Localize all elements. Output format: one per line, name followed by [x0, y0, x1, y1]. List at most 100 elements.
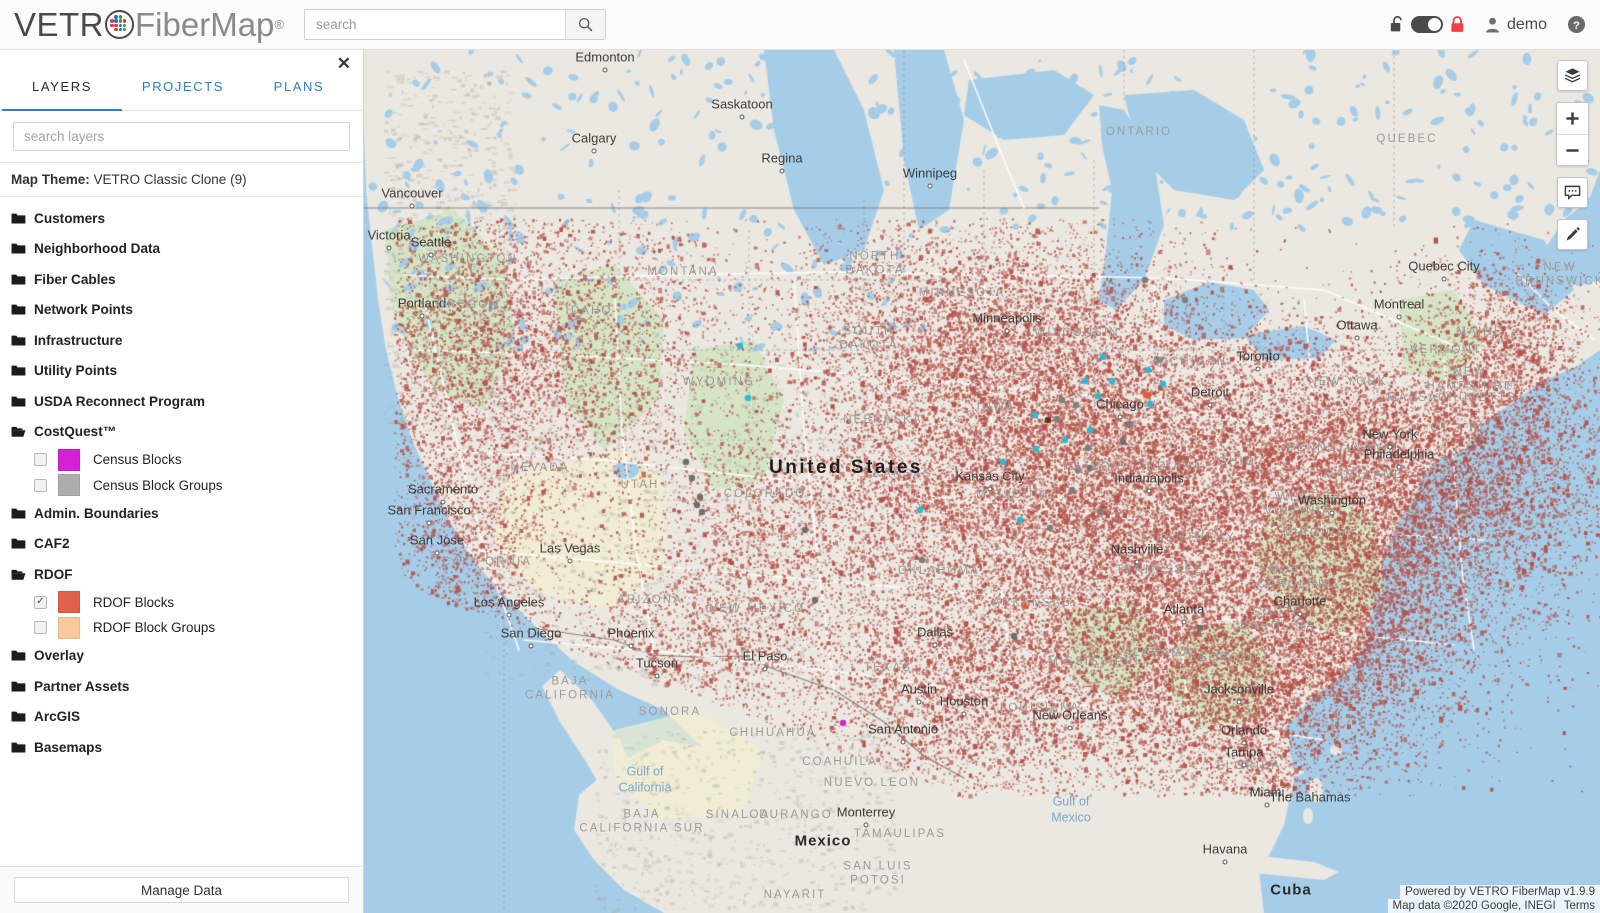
measure-button[interactable] [1557, 219, 1588, 250]
zoom-controls [1556, 102, 1589, 166]
layers-sidebar: ✕ LAYERS PROJECTS PLANS Map Theme: VETRO… [0, 50, 364, 913]
layer-group-label: Neighborhood Data [34, 241, 161, 257]
search-icon [578, 17, 593, 32]
folder-closed-icon [11, 680, 26, 693]
map-controls [1556, 60, 1589, 250]
layer-checkbox[interactable] [34, 453, 47, 467]
layer-group-fiber-cables[interactable]: Fiber Cables [0, 264, 363, 295]
layer-tree: Customers Neighborhood Data Fiber Cables Ne… [0, 197, 363, 866]
pencil-icon [1566, 227, 1580, 241]
map-theme-row[interactable]: Map Theme: VETRO Classic Clone (9) [0, 162, 363, 197]
layer-group-overlay[interactable]: Overlay [0, 641, 363, 672]
layer-item-label: Census Block Groups [93, 477, 223, 493]
zoom-in-button[interactable] [1557, 103, 1588, 134]
layer-item-label: RDOF Blocks [93, 594, 175, 610]
layer-checkbox[interactable] [34, 621, 47, 635]
map-viewport[interactable]: Edmonton Saskatoon Calgary Regina Winnipeg Va… [364, 50, 1600, 913]
layer-group-customers[interactable]: Customers [0, 203, 363, 234]
person-icon [1485, 17, 1499, 32]
layer-group-label: Admin. Boundaries [34, 505, 159, 521]
edit-mode-toggle[interactable] [1410, 16, 1443, 33]
panel-header: ✕ [0, 50, 363, 79]
folder-closed-icon [11, 212, 26, 225]
layer-item-census-block-groups[interactable]: Census Block Groups [0, 473, 363, 499]
layer-group-arcgis[interactable]: ArcGIS [0, 702, 363, 733]
folder-closed-icon [11, 395, 26, 408]
logo-fiber-circle-icon [105, 10, 135, 39]
layer-item-label: RDOF Block Groups [93, 620, 216, 636]
layer-group-infrastructure[interactable]: Infrastructure [0, 325, 363, 356]
vetro-logo[interactable]: VETR FiberMap ® [14, 6, 284, 44]
layer-search-container [0, 111, 363, 162]
layer-color-swatch [58, 448, 80, 471]
layer-group-network-points[interactable]: Network Points [0, 295, 363, 326]
lock-open-icon[interactable] [1390, 16, 1405, 33]
folder-closed-icon [11, 649, 26, 662]
zoom-out-button[interactable] [1557, 134, 1588, 165]
plus-icon [1566, 112, 1579, 125]
logo-fibermap-text: FiberMap [135, 5, 275, 43]
layer-color-swatch [58, 591, 80, 614]
folder-closed-icon [11, 741, 26, 754]
tab-layers[interactable]: LAYERS [2, 79, 122, 111]
folder-closed-icon [11, 507, 26, 520]
folder-closed-icon [11, 334, 26, 347]
layer-item-rdof-block-groups[interactable]: RDOF Block Groups [0, 615, 363, 641]
search-input[interactable] [305, 10, 565, 39]
layer-group-label: CostQuest™ [34, 424, 117, 440]
layer-group-costquest[interactable]: CostQuest™ [0, 417, 363, 448]
layer-group-basemaps[interactable]: Basemaps [0, 732, 363, 763]
layer-group-label: Overlay [34, 648, 84, 664]
sidebar-footer: Manage Data [0, 866, 363, 913]
layers-stack-icon [1564, 68, 1581, 83]
layer-group-usda-reconnect-program[interactable]: USDA Reconnect Program [0, 386, 363, 417]
layer-color-swatch [58, 474, 80, 497]
help-circle-icon[interactable]: ? [1567, 15, 1586, 34]
layer-item-census-blocks[interactable]: Census Blocks [0, 447, 363, 473]
search-button[interactable] [565, 10, 605, 39]
layer-color-swatch [58, 616, 80, 639]
layer-group-label: Network Points [34, 302, 133, 318]
layer-group-admin-boundaries[interactable]: Admin. Boundaries [0, 498, 363, 529]
tab-projects[interactable]: PROJECTS [122, 79, 244, 110]
layer-group-neighborhood-data[interactable]: Neighborhood Data [0, 234, 363, 265]
folder-closed-icon [11, 364, 26, 377]
layer-group-label: Fiber Cables [34, 271, 116, 287]
comment-button[interactable] [1557, 177, 1588, 208]
layer-item-rdof-blocks[interactable]: ✓ RDOF Blocks [0, 590, 363, 616]
app-header: VETR FiberMap ® search demo ? [0, 0, 1600, 50]
user-name-label: demo [1506, 15, 1547, 33]
folder-open-icon [11, 568, 26, 581]
layer-group-rdof[interactable]: RDOF [0, 559, 363, 590]
app-root: VETR FiberMap ® search demo ? ✕ LAYERS P… [0, 0, 1600, 913]
folder-open-icon [11, 425, 26, 438]
folder-closed-icon [11, 273, 26, 286]
layer-search-input[interactable] [13, 122, 350, 151]
layer-group-utility-points[interactable]: Utility Points [0, 356, 363, 387]
basemap-layers-button[interactable] [1557, 60, 1588, 91]
layer-group-partner-assets[interactable]: Partner Assets [0, 671, 363, 702]
map-basemap-canvas[interactable] [364, 50, 1600, 913]
tab-plans[interactable]: PLANS [244, 79, 354, 110]
layer-group-label: Customers [34, 210, 106, 226]
logo-vetro-text: VETR [14, 5, 105, 43]
layer-item-label: Census Blocks [93, 452, 182, 468]
map-theme-label: Map Theme: [11, 172, 90, 187]
folder-closed-icon [11, 303, 26, 316]
svg-text:?: ? [1573, 20, 1580, 32]
layer-group-label: Utility Points [34, 363, 118, 379]
user-menu[interactable]: demo [1485, 16, 1547, 34]
folder-closed-icon [11, 537, 26, 550]
map-theme-value: VETRO Classic Clone (9) [93, 172, 247, 187]
layer-group-label: Infrastructure [34, 332, 123, 348]
manage-data-button[interactable]: Manage Data [14, 877, 349, 903]
layer-checkbox[interactable] [34, 478, 47, 492]
lock-closed-icon[interactable] [1450, 16, 1465, 33]
layer-checkbox[interactable]: ✓ [34, 595, 47, 609]
close-panel-icon[interactable]: ✕ [337, 55, 351, 72]
layer-group-label: Basemaps [34, 739, 103, 755]
layer-group-label: USDA Reconnect Program [34, 393, 205, 409]
layer-group-label: RDOF [34, 566, 73, 582]
layer-group-caf2[interactable]: CAF2 [0, 529, 363, 560]
header-actions: demo ? [1390, 15, 1600, 34]
